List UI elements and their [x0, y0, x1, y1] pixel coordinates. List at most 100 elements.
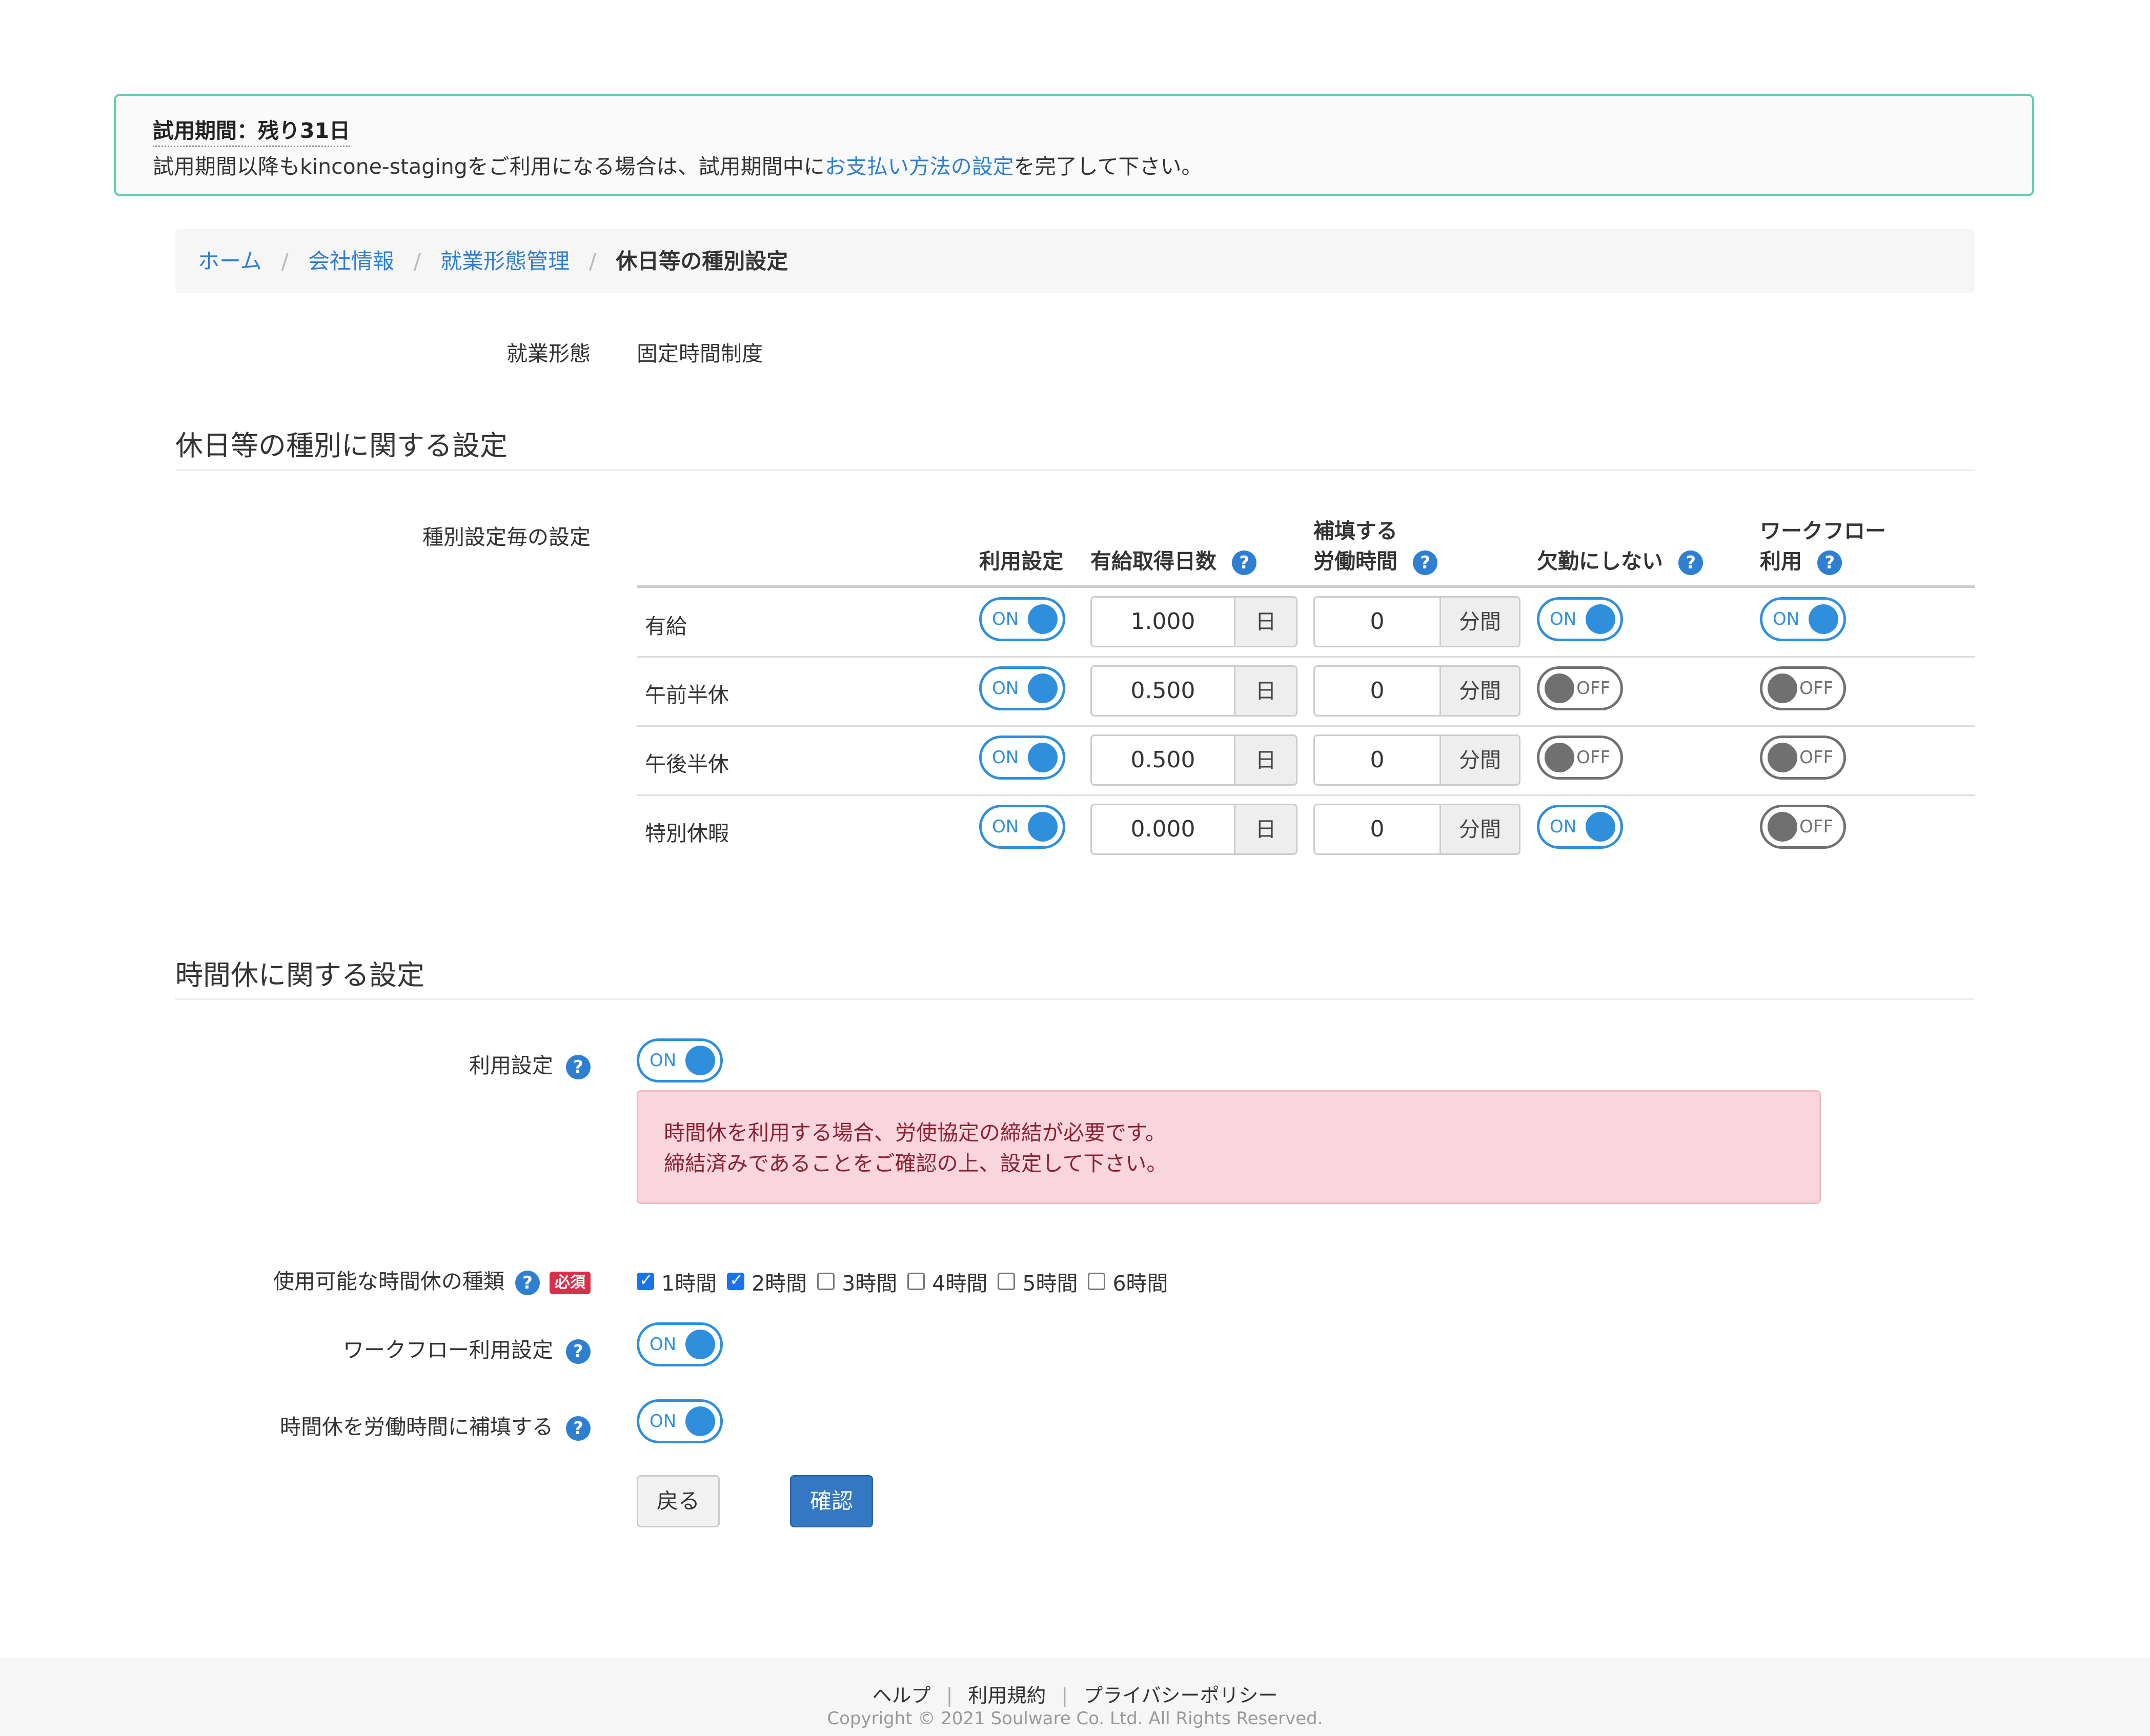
paid-days-input[interactable]: 0.500 日 — [1090, 665, 1297, 717]
toggle-state: ON — [992, 609, 1019, 629]
checkbox[interactable] — [907, 1273, 925, 1290]
per-type-settings-label: 種別設定毎の設定 — [422, 525, 591, 549]
toggle-knob — [1028, 673, 1058, 703]
hourly-types-label: 使用可能な時間休の種類 ? 必須 — [129, 1264, 591, 1295]
compensate-minutes-input[interactable]: 0 分間 — [1313, 804, 1520, 855]
hourly-workflow-toggle[interactable]: ON — [637, 1322, 723, 1366]
paid-days-input[interactable]: 0.500 日 — [1090, 734, 1297, 786]
footer-terms-link[interactable]: 利用規約 — [968, 1684, 1046, 1707]
col-header-paid-days: 有給取得日数 ? — [1090, 546, 1257, 576]
checkbox-label[interactable]: 6時間 — [1112, 1266, 1168, 1297]
toggle-state: ON — [992, 678, 1019, 699]
footer-privacy-link[interactable]: プライバシーポリシー — [1083, 1684, 1277, 1707]
compensate-minutes-input[interactable]: 0 分間 — [1313, 734, 1520, 786]
col-header-use: 利用設定 — [979, 549, 1063, 574]
section-hourly-leave-title: 時間休に関する設定 — [175, 959, 424, 991]
toggle-knob — [1809, 604, 1838, 634]
col-header-not-absent-label: 欠勤にしない — [1537, 549, 1663, 574]
not-absent-toggle[interactable]: OFF — [1537, 666, 1623, 710]
use-toggle[interactable]: ON — [979, 805, 1065, 849]
help-icon[interactable]: ? — [515, 1271, 540, 1295]
toggle-state: ON — [1550, 609, 1577, 629]
hourly-compensate-label: 時間休を労働時間に補填する ? — [129, 1410, 591, 1441]
work-form-label: 就業形態 — [506, 341, 591, 366]
help-icon[interactable]: ? — [1678, 550, 1703, 575]
help-icon[interactable]: ? — [1232, 550, 1257, 575]
footer: ヘルプ | 利用規約 | プライバシーポリシー Copyright © 2021 Sou… — [0, 1658, 2150, 1736]
not-absent-toggle[interactable]: ON — [1537, 805, 1623, 849]
checkbox[interactable] — [727, 1270, 745, 1290]
breadcrumb: ホーム / 会社情報 / 就業形態管理 / 休日等の種別設定 — [175, 229, 1975, 293]
checkbox-label[interactable]: 3時間 — [842, 1266, 897, 1297]
row-type-name: 有給 — [645, 614, 687, 639]
use-toggle[interactable]: ON — [979, 736, 1065, 780]
toggle-state: ON — [650, 1334, 677, 1355]
paid-days-value[interactable]: 0.000 — [1092, 805, 1234, 853]
use-toggle[interactable]: ON — [979, 666, 1065, 710]
breadcrumb-company[interactable]: 会社情報 — [308, 249, 394, 274]
workflow-toggle[interactable]: OFF — [1760, 805, 1846, 849]
hourly-type-option[interactable]: 4時間 — [907, 1266, 987, 1297]
not-absent-toggle[interactable]: ON — [1537, 597, 1623, 641]
alert-line: 時間休を利用する場合、労使協定の締結が必要です。 — [664, 1120, 1166, 1145]
toggle-knob — [1545, 673, 1574, 703]
row-divider — [637, 656, 1975, 658]
col-header-compensate: 労働時間 ? — [1313, 546, 1438, 576]
work-form-value: 固定時間制度 — [637, 341, 763, 366]
hourly-type-option[interactable]: 2時間 — [727, 1266, 807, 1297]
checkbox-label[interactable]: 1時間 — [661, 1266, 717, 1297]
compensate-minutes-value[interactable]: 0 — [1315, 805, 1439, 853]
workflow-toggle[interactable]: ON — [1760, 597, 1846, 641]
compensate-minutes-value[interactable]: 0 — [1315, 598, 1439, 646]
payment-settings-link[interactable]: お支払い方法の設定 — [825, 154, 1014, 179]
checkbox[interactable] — [998, 1273, 1016, 1290]
toggle-state: ON — [992, 816, 1019, 837]
hourly-type-option[interactable]: 5時間 — [998, 1266, 1078, 1297]
row-divider — [637, 725, 1975, 727]
help-icon[interactable]: ? — [566, 1339, 591, 1364]
help-icon[interactable]: ? — [1817, 550, 1842, 575]
footer-help-link[interactable]: ヘルプ — [873, 1684, 931, 1707]
hourly-type-option[interactable]: 1時間 — [637, 1266, 717, 1297]
back-button[interactable]: 戻る — [637, 1475, 720, 1527]
hourly-use-label-text: 利用設定 — [469, 1053, 553, 1078]
hourly-type-option[interactable]: 6時間 — [1088, 1266, 1168, 1297]
checkbox[interactable] — [1088, 1273, 1106, 1290]
paid-days-value[interactable]: 0.500 — [1092, 736, 1234, 784]
paid-days-value[interactable]: 1.000 — [1092, 598, 1234, 646]
checkbox[interactable] — [637, 1270, 654, 1290]
help-icon[interactable]: ? — [1413, 550, 1438, 575]
days-unit: 日 — [1234, 667, 1296, 715]
breadcrumb-current: 休日等の種別設定 — [616, 249, 788, 274]
paid-days-value[interactable]: 0.500 — [1092, 667, 1234, 715]
compensate-minutes-value[interactable]: 0 — [1315, 736, 1439, 784]
breadcrumb-home[interactable]: ホーム — [198, 249, 262, 274]
toggle-knob — [1028, 812, 1058, 842]
workflow-toggle[interactable]: OFF — [1760, 736, 1846, 780]
use-toggle[interactable]: ON — [979, 597, 1065, 641]
hourly-use-toggle[interactable]: ON — [637, 1038, 723, 1083]
checkbox-label[interactable]: 2時間 — [752, 1266, 807, 1297]
help-icon[interactable]: ? — [566, 1055, 591, 1079]
hourly-compensate-toggle[interactable]: ON — [637, 1399, 723, 1443]
not-absent-toggle[interactable]: OFF — [1537, 736, 1623, 780]
checkbox-label[interactable]: 4時間 — [932, 1266, 987, 1297]
toggle-knob — [685, 1046, 715, 1075]
compensate-minutes-value[interactable]: 0 — [1315, 667, 1439, 715]
breadcrumb-work-style[interactable]: 就業形態管理 — [440, 249, 570, 274]
compensate-minutes-input[interactable]: 0 分間 — [1313, 596, 1520, 647]
checkbox[interactable] — [817, 1273, 835, 1290]
col-header-workflow-line2: 利用 — [1760, 549, 1802, 574]
help-icon[interactable]: ? — [566, 1416, 591, 1441]
trial-title: 試用期間：残り31日 — [153, 113, 351, 147]
confirm-button[interactable]: 確認 — [790, 1475, 873, 1527]
hourly-type-option[interactable]: 3時間 — [817, 1266, 897, 1297]
col-header-workflow-line1: ワークフロー — [1760, 519, 1886, 543]
page: 試用期間：残り31日 試用期間以降もkincone-stagingをご利用になる… — [0, 0, 2150, 1736]
compensate-minutes-input[interactable]: 0 分間 — [1313, 665, 1520, 717]
paid-days-input[interactable]: 0.000 日 — [1090, 804, 1297, 855]
paid-days-input[interactable]: 1.000 日 — [1090, 596, 1297, 647]
checkbox-label[interactable]: 5時間 — [1022, 1266, 1078, 1297]
workflow-toggle[interactable]: OFF — [1760, 666, 1846, 710]
toggle-knob — [685, 1330, 715, 1359]
